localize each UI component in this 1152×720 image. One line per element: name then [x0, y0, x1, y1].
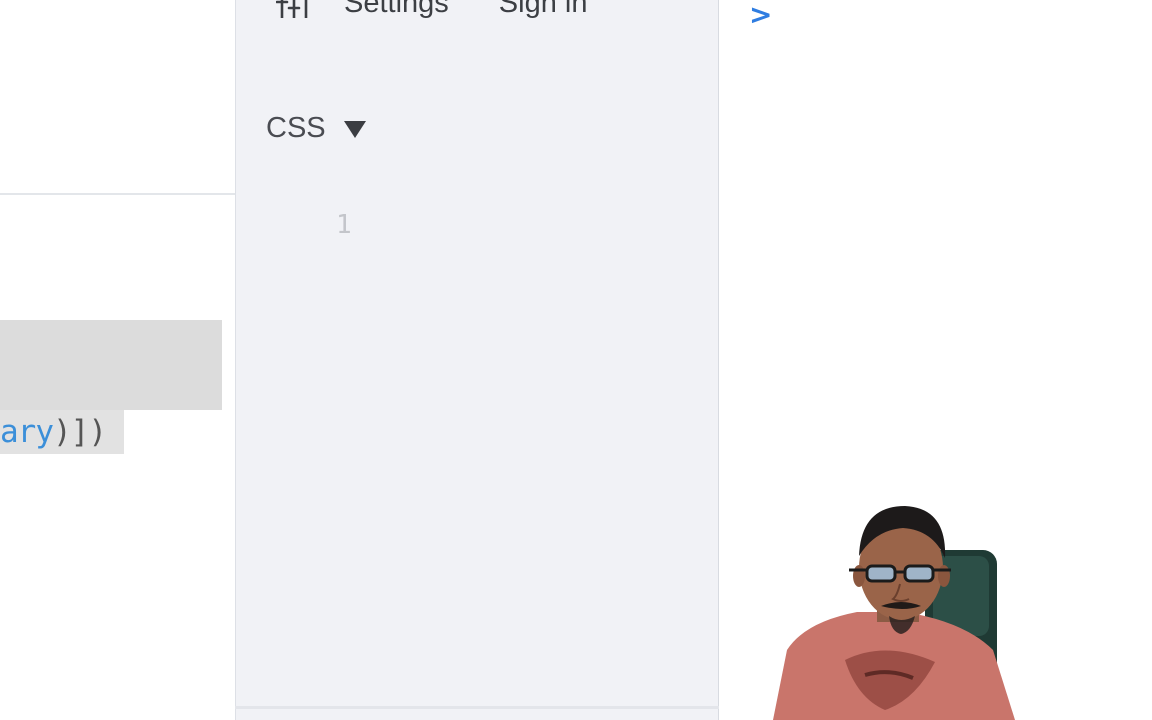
- app-window: ary)]) Settings Sign in CSS 1 >: [0, 0, 1152, 720]
- selection-highlight: [0, 320, 222, 410]
- settings-label: Settings: [344, 0, 449, 19]
- sliders-icon: [275, 0, 322, 20]
- sign-in-label: Sign in: [498, 0, 588, 19]
- code-token-punctuation: )]): [53, 414, 107, 450]
- panel-bottom-border: [235, 706, 719, 709]
- console-prompt-icon[interactable]: >: [749, 0, 772, 31]
- settings-button[interactable]: Settings: [275, 0, 449, 20]
- line-number: 1: [336, 210, 352, 240]
- code-editor-pane[interactable]: ary)]): [0, 0, 235, 720]
- css-panel: Settings Sign in CSS 1: [235, 0, 719, 720]
- sign-in-button[interactable]: Sign in: [499, 0, 588, 20]
- caret-down-icon: [343, 121, 366, 138]
- code-line[interactable]: ary)]): [0, 410, 107, 454]
- css-language-dropdown[interactable]: CSS: [266, 112, 366, 145]
- code-token-identifier: ary: [0, 414, 54, 450]
- presenter-webcam-video: [765, 500, 1030, 720]
- top-toolbar: Settings Sign in: [275, 0, 588, 20]
- presenter-image: [773, 506, 1015, 720]
- code-editor-area[interactable]: [0, 195, 235, 720]
- css-language-label: CSS: [266, 112, 326, 144]
